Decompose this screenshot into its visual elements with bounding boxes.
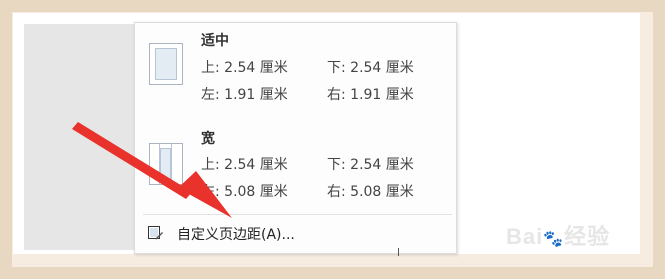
annotation-arrow-icon	[72, 122, 232, 218]
